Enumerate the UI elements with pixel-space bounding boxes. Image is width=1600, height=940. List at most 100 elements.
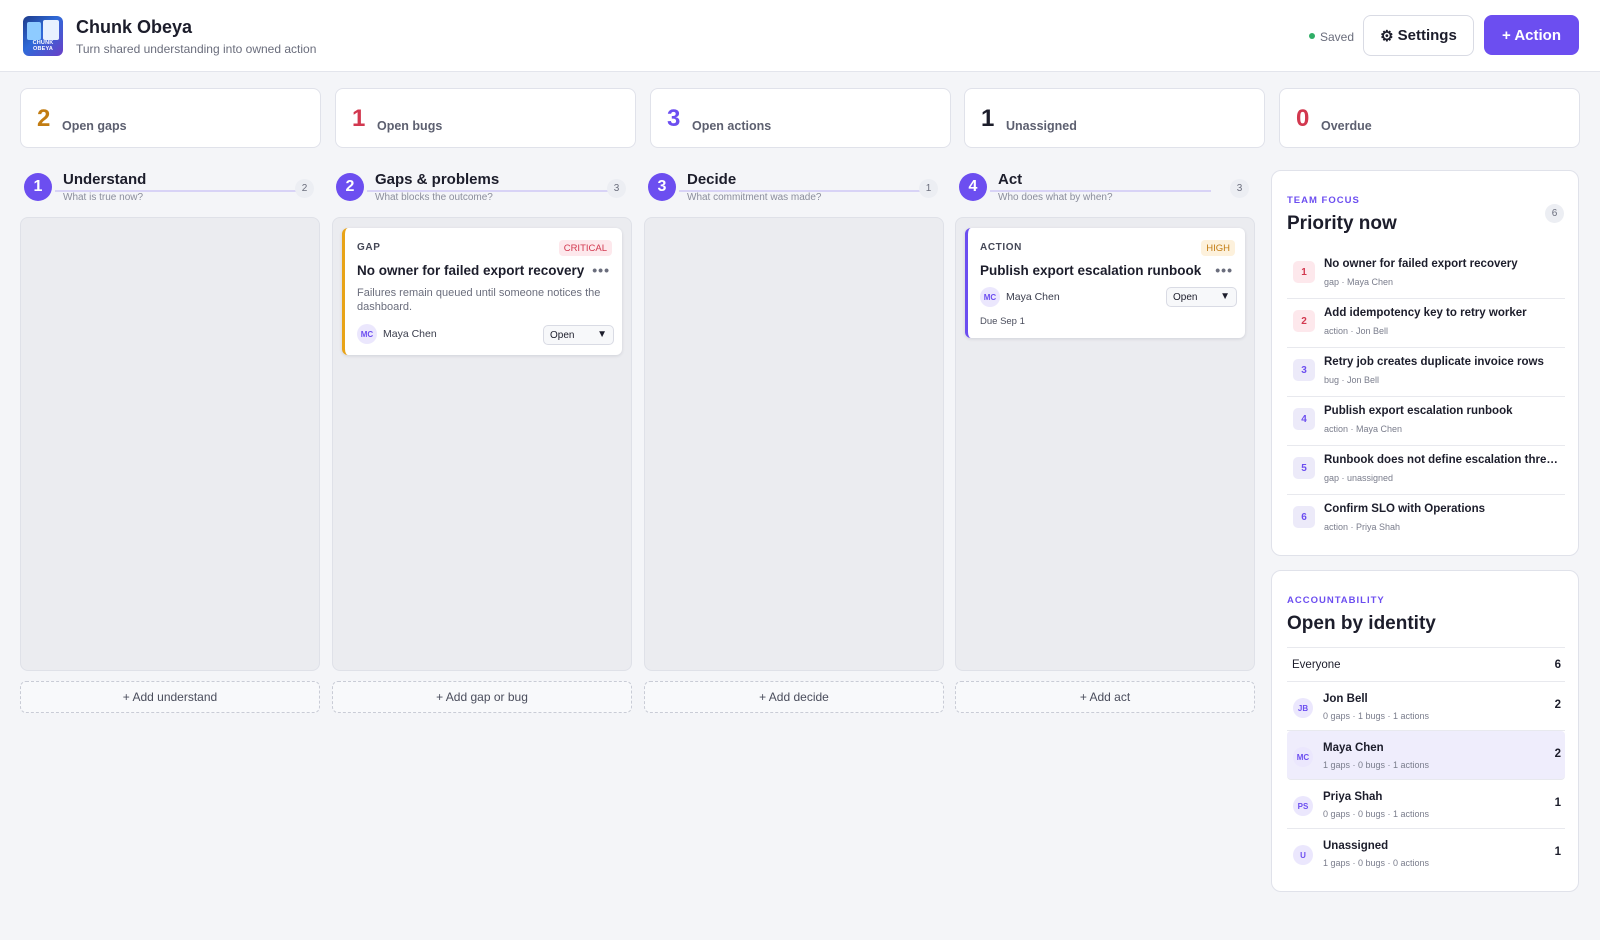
app-header: CHUNK OBEYA Chunk Obeya Turn shared unde… — [0, 0, 1600, 72]
stat-open-gaps: 2 Open gaps — [20, 88, 321, 148]
chevron-down-icon: ▼ — [1220, 291, 1230, 302]
priority-rank: 6 — [1293, 506, 1315, 528]
stat-unassigned: 1 Unassigned — [964, 88, 1265, 148]
stat-overdue: 0 Overdue — [1279, 88, 1580, 148]
severity-badge: HIGH — [1201, 240, 1235, 256]
priority-item[interactable]: 2 Add idempotency key to retry worker ac… — [1287, 299, 1565, 348]
priority-meta: action · Priya Shah — [1324, 522, 1401, 532]
lane-header-understand: 1 Understand What is true now? 2 — [20, 171, 320, 207]
identity-count: 2 — [1554, 748, 1561, 760]
stat-label: Unassigned — [1006, 119, 1077, 133]
identity-meta: 0 gaps · 0 bugs · 1 actions — [1323, 809, 1430, 819]
priority-item[interactable]: 3 Retry job creates duplicate invoice ro… — [1287, 348, 1565, 397]
stat-value: 3 — [667, 105, 681, 132]
priority-item[interactable]: 4 Publish export escalation runbook acti… — [1287, 397, 1565, 446]
priority-rank: 4 — [1293, 408, 1315, 430]
lane-hint: What commitment was made? — [687, 192, 822, 203]
add-act-button[interactable]: + Add act — [955, 681, 1255, 713]
priority-rank: 1 — [1293, 261, 1315, 283]
add-action-button[interactable]: + Action — [1484, 15, 1579, 55]
lane-header-gaps: 2 Gaps & problems What blocks the outcom… — [332, 171, 632, 207]
lane-step: 2 — [336, 173, 364, 201]
settings-button[interactable]: ⚙ Settings — [1363, 15, 1474, 56]
stat-value: 1 — [352, 105, 366, 132]
priority-count: 6 — [1545, 204, 1564, 223]
priority-title-text: Retry job creates duplicate invoice rows — [1324, 356, 1544, 368]
card-description: Failures remain queued until someone not… — [357, 287, 601, 313]
app-logo: CHUNK OBEYA — [23, 16, 63, 56]
lane-name: Understand — [63, 171, 147, 188]
priority-title-text: Confirm SLO with Operations — [1324, 503, 1486, 515]
identity-row[interactable]: PS Priya Shah 0 gaps · 0 bugs · 1 action… — [1287, 780, 1565, 829]
status-select[interactable]: Open ▼ — [543, 325, 614, 345]
priority-item[interactable]: 1 No owner for failed export recovery ga… — [1287, 250, 1565, 299]
identity-count: 1 — [1554, 797, 1561, 809]
priority-meta: action · Maya Chen — [1324, 424, 1403, 434]
more-options-icon[interactable]: ••• — [1215, 262, 1233, 278]
logo-text: CHUNK OBEYA — [32, 40, 54, 52]
priority-title: Priority now — [1287, 213, 1397, 234]
card-type: GAP — [357, 242, 381, 253]
stat-value: 2 — [37, 105, 51, 132]
lane-gaps[interactable]: GAP CRITICAL No owner for failed export … — [332, 217, 632, 671]
stat-label: Open gaps — [62, 119, 127, 133]
more-options-icon[interactable]: ••• — [592, 262, 610, 278]
priority-item[interactable]: 5 Runbook does not define escalation thr… — [1287, 446, 1565, 495]
avatar: PS — [1293, 796, 1313, 816]
stat-value: 1 — [981, 105, 995, 132]
lane-decide[interactable] — [644, 217, 944, 671]
priority-meta: action · Jon Bell — [1324, 326, 1389, 336]
card-gap[interactable]: GAP CRITICAL No owner for failed export … — [342, 228, 622, 355]
identity-name: Everyone — [1292, 659, 1341, 671]
settings-label: Settings — [1397, 27, 1457, 44]
chevron-down-icon: ▼ — [597, 329, 607, 340]
stat-label: Overdue — [1321, 119, 1372, 133]
lane-count: 2 — [295, 179, 314, 198]
priority-title-text: Publish export escalation runbook — [1324, 405, 1513, 417]
app-title: Chunk Obeya — [76, 17, 193, 37]
app-subtitle: Turn shared understanding into owned act… — [76, 42, 317, 56]
identity-row[interactable]: JB Jon Bell 0 gaps · 1 bugs · 1 actions … — [1287, 682, 1565, 731]
lane-hint: Who does what by when? — [998, 192, 1113, 203]
lane-count: 3 — [607, 179, 626, 198]
card-owner: MC Maya Chen — [980, 287, 1060, 307]
identity-count: 1 — [1554, 846, 1561, 858]
priority-meta: gap · Maya Chen — [1324, 277, 1394, 287]
avatar: MC — [1293, 747, 1313, 767]
identity-row[interactable]: U Unassigned 1 gaps · 0 bugs · 0 actions… — [1287, 829, 1565, 878]
priority-rank: 3 — [1293, 359, 1315, 381]
priority-meta: bug · Jon Bell — [1324, 375, 1380, 385]
identity-count: 2 — [1554, 699, 1561, 711]
card-action[interactable]: ACTION HIGH Publish export escalation ru… — [965, 228, 1245, 338]
identity-name: Maya Chen — [1323, 742, 1384, 754]
lane-count: 1 — [919, 179, 938, 198]
status-select[interactable]: Open ▼ — [1166, 287, 1237, 307]
add-understand-button[interactable]: + Add understand — [20, 681, 320, 713]
owner-name: Maya Chen — [1006, 291, 1060, 303]
lane-name: Gaps & problems — [375, 171, 500, 188]
identity-meta: 0 gaps · 1 bugs · 1 actions — [1323, 711, 1430, 721]
stat-label: Open actions — [692, 119, 772, 133]
priority-meta: gap · unassigned — [1324, 473, 1394, 483]
identity-row-selected[interactable]: MC Maya Chen 1 gaps · 0 bugs · 1 actions… — [1287, 731, 1565, 780]
lane-act[interactable]: ACTION HIGH Publish export escalation ru… — [955, 217, 1255, 671]
add-gap-button[interactable]: + Add gap or bug — [332, 681, 632, 713]
stat-label: Open bugs — [377, 119, 443, 133]
add-decide-button[interactable]: + Add decide — [644, 681, 944, 713]
owner-name: Maya Chen — [383, 328, 437, 340]
lane-count: 3 — [1230, 179, 1249, 198]
lane-hint: What is true now? — [63, 192, 144, 203]
status-value: Open — [1173, 291, 1198, 303]
accountability-title: Open by identity — [1287, 613, 1436, 634]
priority-title-text: Runbook does not define escalation thres… — [1324, 454, 1560, 466]
priority-kicker: TEAM FOCUS — [1287, 195, 1360, 206]
priority-item[interactable]: 6 Confirm SLO with Operations action · P… — [1287, 495, 1565, 544]
lane-hint: What blocks the outcome? — [375, 192, 493, 203]
priority-panel: TEAM FOCUS Priority now 6 1 No owner for… — [1271, 170, 1579, 556]
identity-row-everyone[interactable]: Everyone 6 — [1287, 647, 1565, 682]
priority-title-text: No owner for failed export recovery — [1324, 258, 1518, 270]
identity-count: 6 — [1554, 659, 1561, 671]
lane-understand[interactable] — [20, 217, 320, 671]
priority-rank: 2 — [1293, 310, 1315, 332]
identity-name: Jon Bell — [1323, 693, 1368, 705]
